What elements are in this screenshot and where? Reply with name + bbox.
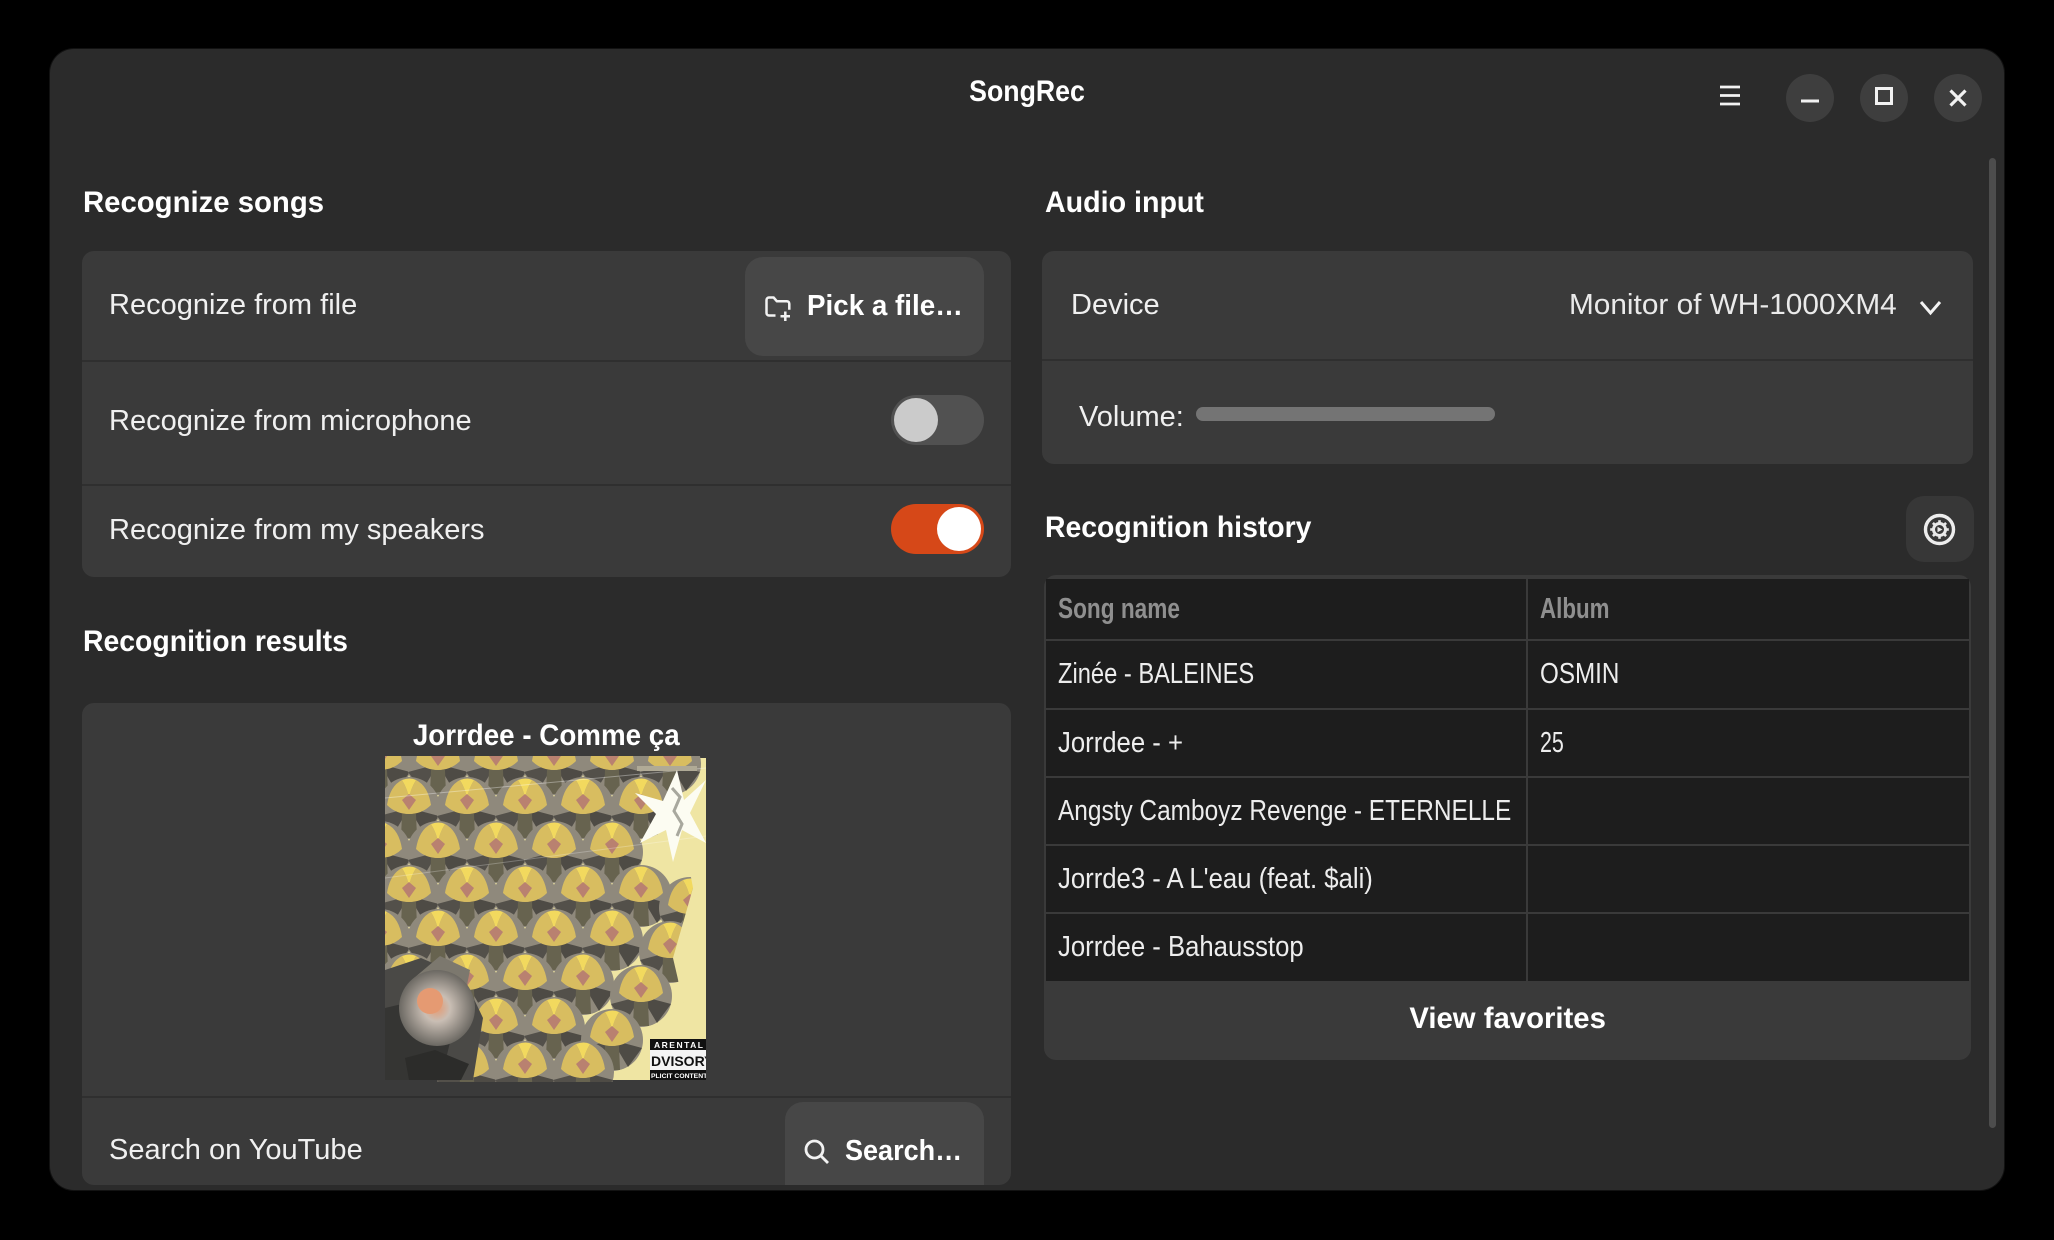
svg-text:DVISORY: DVISORY bbox=[651, 1053, 706, 1069]
svg-text:ARENTAL: ARENTAL bbox=[654, 1040, 704, 1050]
svg-text:PLICIT CONTENT: PLICIT CONTENT bbox=[651, 1073, 706, 1080]
